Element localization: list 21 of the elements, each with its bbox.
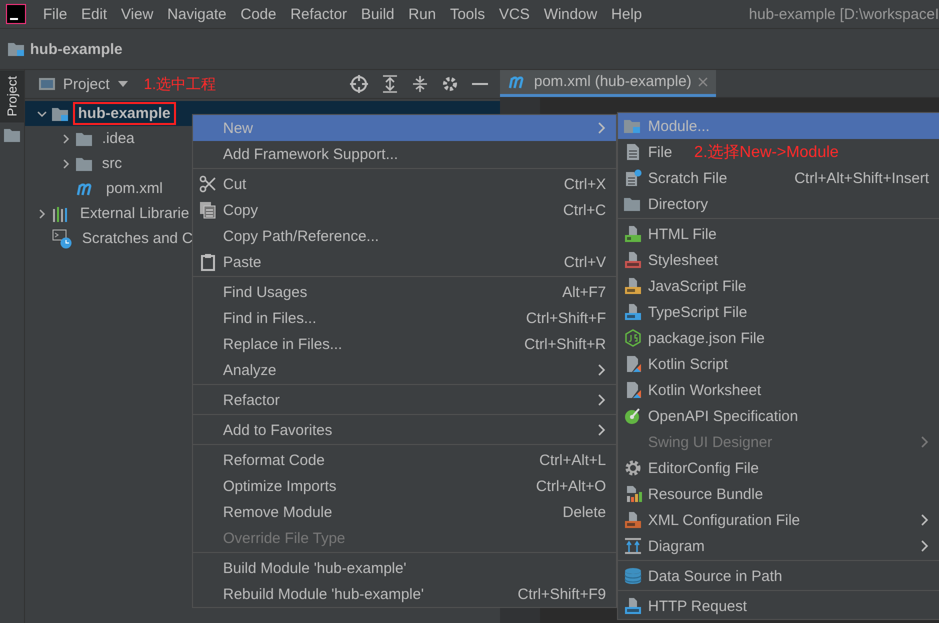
shortcut-text: Ctrl+Alt+L [538,452,606,468]
tree-label: External Librarie [79,204,190,224]
tree-label: Scratches and C [81,229,194,249]
shortcut-text: Ctrl+Shift+F9 [516,586,606,602]
shortcut-text: Delete [562,504,606,520]
window-title: hub-example [D:\workspaceI [748,6,939,22]
tree-label: .idea [101,129,136,149]
tab-label: pom.xml (hub-example) [534,73,692,90]
annotation-text: 2.选择New->Module [694,142,839,162]
shortcut-text: Ctrl+X [562,176,606,192]
tree-label: src [101,154,123,174]
shortcut-text: Ctrl+Shift+R [523,336,606,352]
annotation-text: 1.选中工程 [144,74,216,94]
shortcut-text: Ctrl+Alt+O [534,478,606,494]
shortcut-text: Ctrl+C [562,202,606,218]
shortcut-text: Ctrl+V [562,254,606,270]
shortcut-text: Ctrl+Alt+Shift+Insert [793,170,929,186]
shortcut-text: Alt+F7 [561,284,606,300]
shortcut-text: Ctrl+Shift+F [524,310,606,326]
tree-label: hub-example [73,102,176,125]
tree-label: pom.xml [105,179,164,199]
